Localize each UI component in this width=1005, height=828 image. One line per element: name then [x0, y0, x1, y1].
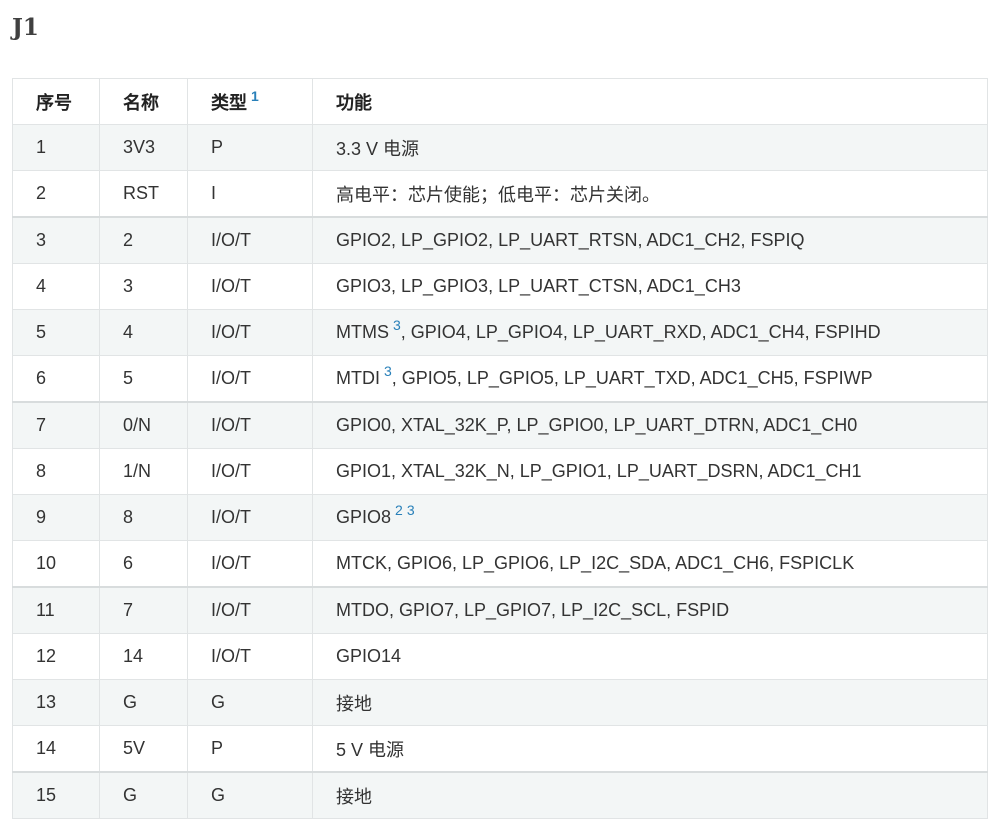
table-row: 1 3V3 P 3.3 V 电源: [12, 124, 988, 171]
cell-function: GPIO2, LP_GPIO2, LP_UART_RTSN, ADC1_CH2,…: [312, 216, 988, 264]
header-num: 序号: [12, 78, 100, 125]
cell-num: 11: [12, 586, 100, 634]
cell-num: 9: [12, 494, 100, 541]
cell-num: 7: [12, 401, 100, 449]
cell-function: MTCK, GPIO6, LP_GPIO6, LP_I2C_SDA, ADC1_…: [312, 540, 988, 588]
cell-name: 14: [99, 633, 188, 680]
cell-name: 4: [99, 309, 188, 356]
table-row: 7 0/N I/O/T GPIO0, XTAL_32K_P, LP_GPIO0,…: [12, 401, 988, 449]
cell-name: 3V3: [99, 124, 188, 171]
cell-type: P: [187, 725, 313, 773]
cell-function: MTDI 3, GPIO5, LP_GPIO5, LP_UART_TXD, ADC…: [312, 355, 988, 403]
table-row: 6 5 I/O/T MTDI 3, GPIO5, LP_GPIO5, LP_UAR…: [12, 355, 988, 403]
cell-num: 4: [12, 263, 100, 310]
cell-num: 12: [12, 633, 100, 680]
cell-name: 5: [99, 355, 188, 403]
table-row: 4 3 I/O/T GPIO3, LP_GPIO3, LP_UART_CTSN,…: [12, 263, 988, 310]
cell-function: 高电平：芯片使能；低电平：芯片关闭。: [312, 170, 988, 218]
cell-name: 7: [99, 586, 188, 634]
cell-num: 14: [12, 725, 100, 773]
table-row: 3 2 I/O/T GPIO2, LP_GPIO2, LP_UART_RTSN,…: [12, 216, 988, 264]
cell-num: 3: [12, 216, 100, 264]
cell-name: RST: [99, 170, 188, 218]
footnote-link[interactable]: 2: [395, 502, 403, 518]
cell-num: 5: [12, 309, 100, 356]
table-row: 8 1/N I/O/T GPIO1, XTAL_32K_N, LP_GPIO1,…: [12, 448, 988, 495]
cell-type: I/O/T: [187, 494, 313, 541]
cell-name: 5V: [99, 725, 188, 773]
cell-type: I/O/T: [187, 586, 313, 634]
cell-num: 2: [12, 170, 100, 218]
footnote-link[interactable]: 1: [251, 88, 259, 104]
cell-type: I: [187, 170, 313, 218]
cell-type: I/O/T: [187, 540, 313, 588]
cell-num: 13: [12, 679, 100, 726]
cell-function: GPIO1, XTAL_32K_N, LP_GPIO1, LP_UART_DSR…: [312, 448, 988, 495]
footnote-link[interactable]: 3: [407, 502, 415, 518]
cell-type: I/O/T: [187, 448, 313, 495]
pin-table: 序号 名称 类型 1 功能 1 3V3 P 3.3 V 电源 2 RST I 高电…: [12, 78, 988, 819]
cell-name: 0/N: [99, 401, 188, 449]
cell-function: 接地: [312, 771, 988, 819]
table-header-row: 序号 名称 类型 1 功能: [12, 78, 988, 125]
function-rest: , GPIO4, LP_GPIO4, LP_UART_RXD, ADC1_CH4…: [400, 322, 881, 342]
function-prefix: MTMS: [336, 322, 389, 342]
cell-type: P: [187, 124, 313, 171]
table-row: 13 G G 接地: [12, 679, 988, 726]
header-function: 功能: [312, 78, 988, 125]
cell-name: 6: [99, 540, 188, 588]
cell-name: G: [99, 771, 188, 819]
cell-type: G: [187, 679, 313, 726]
header-name: 名称: [99, 78, 188, 125]
table-row: 9 8 I/O/T GPIO8 2 3: [12, 494, 988, 541]
cell-name: 8: [99, 494, 188, 541]
table-row: 14 5V P 5 V 电源: [12, 725, 988, 773]
cell-function: 接地: [312, 679, 988, 726]
cell-num: 1: [12, 124, 100, 171]
function-rest: , GPIO5, LP_GPIO5, LP_UART_TXD, ADC1_CH5…: [391, 368, 873, 388]
cell-function: GPIO14: [312, 633, 988, 680]
cell-function: 5 V 电源: [312, 725, 988, 773]
cell-type: I/O/T: [187, 309, 313, 356]
function-prefix: GPIO8: [336, 507, 392, 527]
cell-type: G: [187, 771, 313, 819]
cell-type: I/O/T: [187, 401, 313, 449]
cell-type: I/O/T: [187, 263, 313, 310]
cell-name: 1/N: [99, 448, 188, 495]
cell-type: I/O/T: [187, 633, 313, 680]
cell-num: 6: [12, 355, 100, 403]
function-prefix: MTDI: [336, 368, 380, 388]
cell-type: I/O/T: [187, 355, 313, 403]
cell-name: 3: [99, 263, 188, 310]
cell-num: 8: [12, 448, 100, 495]
cell-function: 3.3 V 电源: [312, 124, 988, 171]
table-row: 5 4 I/O/T MTMS 3, GPIO4, LP_GPIO4, LP_UAR…: [12, 309, 988, 356]
cell-num: 10: [12, 540, 100, 588]
cell-name: 2: [99, 216, 188, 264]
cell-function: MTMS 3, GPIO4, LP_GPIO4, LP_UART_RXD, ADC…: [312, 309, 988, 356]
table-row: 11 7 I/O/T MTDO, GPIO7, LP_GPIO7, LP_I2C…: [12, 586, 988, 634]
header-type-label: 类型: [211, 92, 247, 113]
cell-function: GPIO8 2 3: [312, 494, 988, 541]
cell-function: GPIO0, XTAL_32K_P, LP_GPIO0, LP_UART_DTR…: [312, 401, 988, 449]
footnote-link[interactable]: 3: [393, 317, 401, 333]
cell-function: GPIO3, LP_GPIO3, LP_UART_CTSN, ADC1_CH3: [312, 263, 988, 310]
table-row: 2 RST I 高电平：芯片使能；低电平：芯片关闭。: [12, 170, 988, 218]
cell-num: 15: [12, 771, 100, 819]
table-row: 15 G G 接地: [12, 771, 988, 819]
table-row: 12 14 I/O/T GPIO14: [12, 633, 988, 680]
table-row: 10 6 I/O/T MTCK, GPIO6, LP_GPIO6, LP_I2C…: [12, 540, 988, 588]
page-title: J1: [12, 14, 39, 41]
cell-type: I/O/T: [187, 216, 313, 264]
cell-name: G: [99, 679, 188, 726]
header-type: 类型 1: [187, 78, 313, 125]
footnote-link[interactable]: 3: [384, 363, 392, 379]
cell-function: MTDO, GPIO7, LP_GPIO7, LP_I2C_SCL, FSPID: [312, 586, 988, 634]
